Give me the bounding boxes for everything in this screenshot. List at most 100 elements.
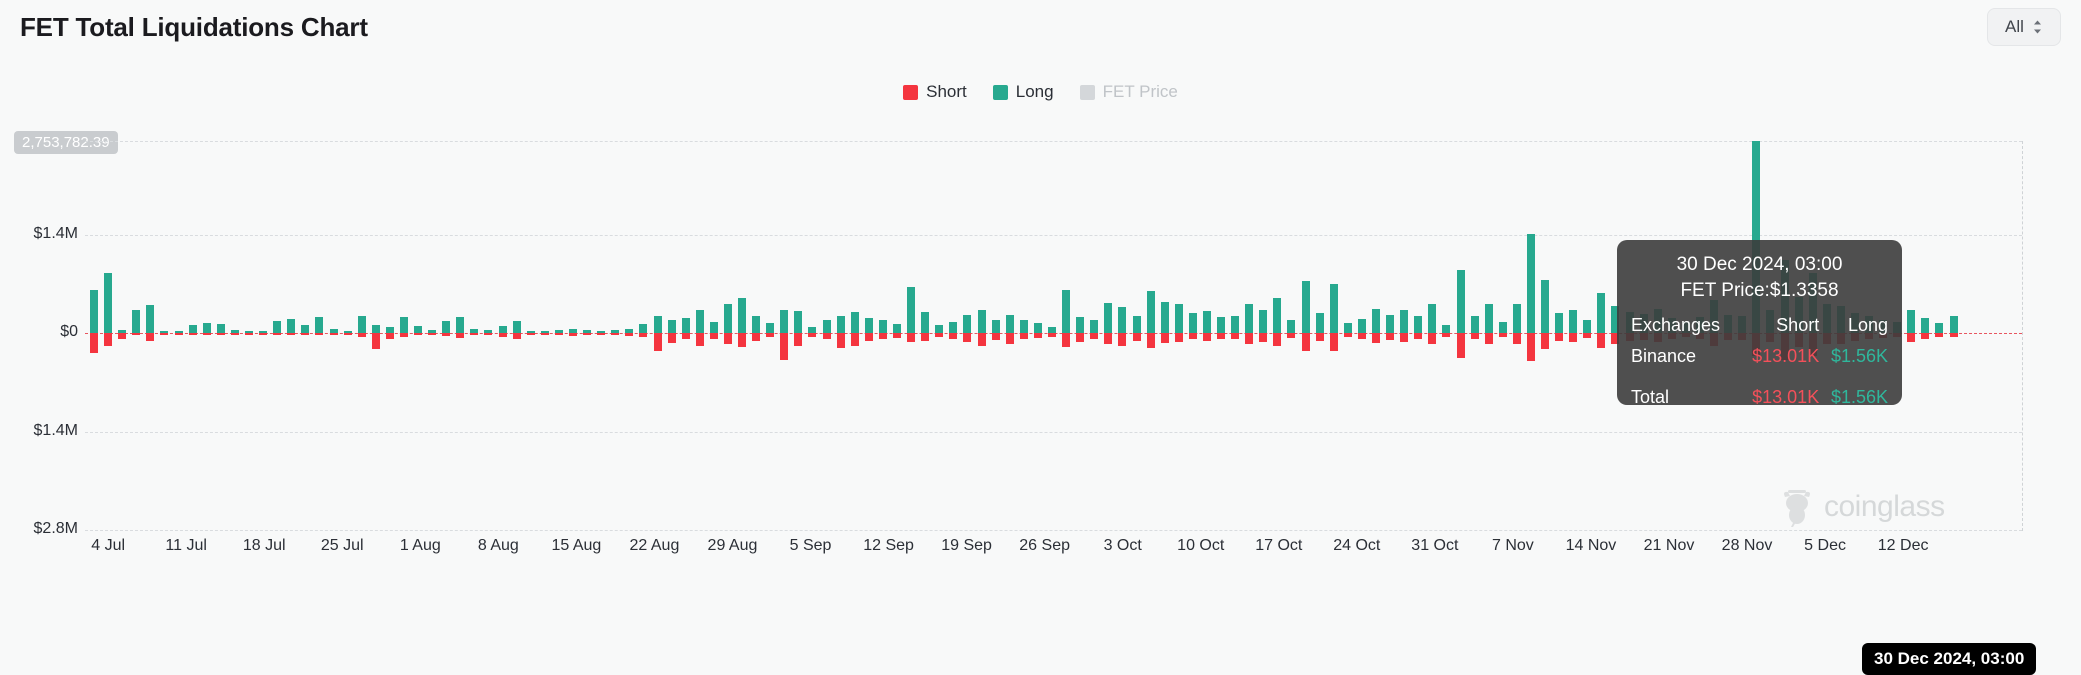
bar-short [935,333,944,338]
bar-long [1371,309,1380,333]
chart-plot-area[interactable]: 2,753,782.39 $1.4M $0 $1.4M $2.8M 4 Jul 11 J… [0,112,2081,675]
bar-short [1371,333,1380,343]
bar-short [583,333,592,336]
bar-long [90,289,99,333]
bar-long [1526,233,1535,333]
tooltip-col-exchanges: Exchanges [1631,315,1721,335]
bar-long [1118,306,1127,333]
bar-long [667,320,676,333]
bar-short [371,333,380,350]
x-axis-tick-label: 28 Nov [1721,537,1773,554]
bar-short [977,333,986,346]
bar-long [1146,291,1155,333]
bar-long [1484,303,1493,333]
bar-long [399,316,408,333]
legend-item-fet-price[interactable]: FET Price [1079,82,1178,102]
bar-long [1456,270,1465,333]
bar-short [639,333,648,338]
legend-item-long[interactable]: Long [992,82,1054,102]
bar-short [766,333,775,338]
range-selector[interactable]: All [1987,8,2061,46]
tooltip-header-row: Exchanges Short Long [1631,310,1888,341]
coinglass-bull-icon [1784,490,1810,527]
x-axis-tick-label: 5 Dec [1804,537,1846,554]
bar-long [315,316,324,333]
bar-short [1090,333,1099,340]
bar-short [287,333,296,335]
legend-swatch-icon [1079,84,1095,100]
tooltip-row: Total $13.01K $1.56K [1631,382,1888,413]
bar-long [1329,284,1338,333]
bar-long [822,320,831,333]
tooltip-exchange-name: Binance [1631,346,1697,366]
bar-short [836,333,845,348]
x-axis-tick-label: 1 Aug [399,537,441,554]
tooltip-row: Binance $13.01K $1.56K [1631,341,1888,372]
bar-long [1132,315,1141,333]
bar-short [864,333,873,342]
bar-long [132,309,141,333]
x-axis-tick-label: 3 Oct [1103,537,1142,554]
bar-short [1921,333,1930,339]
bar-long [1498,321,1507,333]
bar-short [1414,333,1423,340]
bar-short [174,333,183,335]
bar-short [1442,333,1451,337]
bar-long [1174,304,1183,333]
bar-short [738,333,747,348]
bar-short [1188,333,1197,340]
bar-short [850,333,859,346]
bar-long [963,314,972,333]
bar-short [893,333,902,338]
bar-long [1343,322,1352,333]
bar-short [569,333,577,336]
legend-swatch-icon [903,84,919,100]
bar-long [1414,316,1423,333]
bar-long [1217,316,1226,333]
bar-long [794,310,803,333]
bar-long [287,319,296,333]
x-axis-tick-label: 31 Oct [1411,537,1459,554]
bar-long [752,315,761,333]
bar-short [414,333,423,336]
x-axis-tick-label: 14 Nov [1565,537,1617,554]
bar-short [597,333,606,335]
bar-short [752,333,761,342]
bar-short [301,333,310,335]
bar-short [1484,333,1493,345]
bar-short [1231,333,1240,340]
bar-short [709,333,718,339]
bar-short [1569,333,1578,343]
bar-long [104,273,113,333]
bar-long [1949,316,1958,333]
bar-long [1019,320,1028,333]
legend-item-short[interactable]: Short [903,82,967,102]
bar-short [794,333,803,346]
bar-long [498,326,507,333]
bar-long [1428,303,1437,333]
bar-long [456,316,465,333]
bar-short [1386,333,1395,341]
bar-short [1907,333,1916,343]
bar-short [723,333,732,345]
x-axis-tick-label: 7 Nov [1492,537,1534,554]
bar-long [371,324,380,333]
x-axis-tick-label: 11 Jul [165,537,207,554]
stepper-icon [2032,19,2043,35]
bar-long [357,315,366,333]
bar-long [512,321,521,333]
bar-long [1442,324,1451,333]
bar-short [1019,333,1028,340]
bar-long [780,309,789,333]
bar-short [498,333,507,338]
bar-short [1160,333,1169,343]
bar-long [273,321,282,333]
bar-long [1245,304,1254,333]
bar-long [1090,320,1099,333]
bar-short [357,333,366,338]
bar-long [1512,303,1521,333]
bar-long [1907,309,1916,333]
bar-short [963,333,972,343]
tooltip-price: FET Price:$1.3358 [1680,280,1839,301]
bar-short [470,333,479,336]
